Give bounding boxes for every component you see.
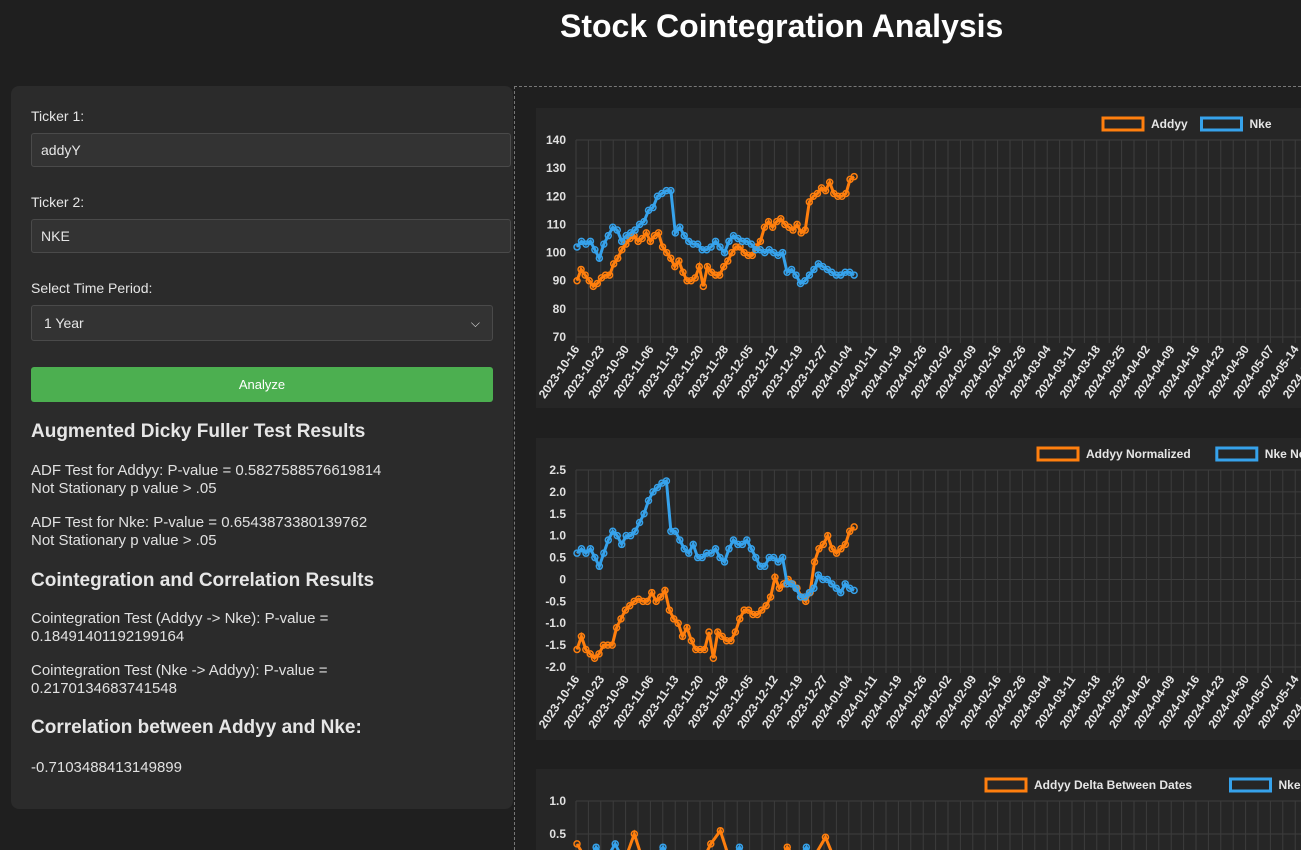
legend-swatch	[1036, 446, 1080, 462]
legend-label: Nke Normalized	[1265, 447, 1301, 461]
chevron-down-icon: ⌵	[470, 315, 480, 330]
y-tick-label: 120	[546, 189, 566, 203]
y-tick-label: -2.0	[545, 660, 566, 674]
correlation-value: -0.7103488413149899	[31, 759, 182, 776]
y-tick-label: 0.5	[549, 827, 566, 841]
correlation-heading: Correlation between Addyy and Nke:	[31, 717, 362, 738]
analyze-button[interactable]: Analyze	[31, 367, 493, 402]
y-tick-label: 140	[546, 133, 566, 147]
page-title: Stock Cointegration Analysis	[560, 8, 1004, 44]
price-chart: 7080901001101201301402023-10-162023-10-2…	[536, 116, 1301, 401]
delta-chart: 0.5 1.0 Addyy Delta Between Dates Nke Delta…	[549, 777, 1301, 850]
y-tick-label: 2.0	[549, 485, 566, 499]
y-tick-label: 70	[553, 330, 567, 344]
legend-label: Addyy	[1151, 117, 1188, 131]
normalized-chart-box: -2.0 -1.5 -1.0 -0.5 0 0.5 1.0 1.5 2.0 2.5 2023-10-…	[536, 438, 1301, 740]
adf2-status: Not Stationary p value > .05	[31, 532, 217, 549]
coint-heading: Cointegration and Correlation Results	[31, 570, 375, 591]
y-tick-label: 110	[547, 217, 567, 231]
period-select-value: 1 Year	[44, 315, 84, 331]
series-line	[575, 189, 855, 286]
ticker1-label: Ticker 1:	[31, 108, 85, 124]
adf1-result: ADF Test for Addyy: P-value = 0.58275885…	[31, 462, 382, 479]
y-tick-label: -0.5	[545, 594, 566, 608]
legend-label: Addyy Normalized	[1086, 447, 1191, 461]
delta-chart-box: 0.5 1.0 Addyy Delta Between Dates Nke Delta…	[536, 769, 1301, 850]
legend-swatch	[1101, 116, 1145, 132]
legend-label: Nke Delta Between Dates	[1279, 778, 1301, 792]
ticker2-input[interactable]: NKE	[31, 219, 511, 253]
charts-area: 70 80 90 100 110 120 130 140 2023-10-16 2023-10-2…	[514, 86, 1301, 850]
legend-swatch	[1200, 116, 1243, 132]
price-chart-box: 70 80 90 100 110 120 130 140 2023-10-16 2023-10-2…	[536, 108, 1301, 408]
ticker1-input[interactable]: addyY	[31, 133, 511, 167]
period-label: Select Time Period:	[31, 280, 153, 296]
normalized-chart: -2.0-1.5-1.0-0.500.51.01.52.02.52023-10-…	[536, 446, 1301, 731]
y-tick-label: 130	[546, 161, 566, 175]
y-tick-label: 80	[553, 302, 567, 316]
legend-swatch	[1229, 777, 1272, 793]
y-tick-label: 100	[546, 246, 566, 260]
y-tick-label: 0.5	[549, 551, 566, 565]
coint1-result: Cointegration Test (Addyy -> Nke): P-val…	[31, 610, 329, 645]
y-tick-label: -1.5	[545, 638, 566, 652]
period-select[interactable]: 1 Year ⌵	[31, 305, 493, 341]
legend-swatch	[1215, 446, 1259, 462]
y-tick-label: 2.5	[549, 463, 566, 477]
legend-label: Nke	[1250, 117, 1272, 131]
y-tick-label: 1.5	[549, 507, 566, 521]
y-tick-label: -1.0	[545, 616, 566, 630]
y-tick-label: 1.0	[549, 529, 566, 543]
ticker2-label: Ticker 2:	[31, 194, 85, 210]
adf1-status: Not Stationary p value > .05	[31, 480, 217, 497]
analysis-panel: Ticker 1: addyY Ticker 2: NKE Select Tim…	[11, 86, 513, 809]
y-tick-label: 0	[559, 572, 566, 586]
y-tick-label: 1.0	[549, 794, 566, 808]
adf-heading: Augmented Dicky Fuller Test Results	[31, 421, 366, 442]
legend-label: Addyy Delta Between Dates	[1034, 778, 1192, 792]
coint2-result: Cointegration Test (Nke -> Addyy): P-val…	[31, 662, 328, 697]
y-tick-label: 90	[553, 274, 567, 288]
adf2-result: ADF Test for Nke: P-value = 0.6543873380…	[31, 514, 368, 531]
legend-swatch	[984, 777, 1028, 793]
